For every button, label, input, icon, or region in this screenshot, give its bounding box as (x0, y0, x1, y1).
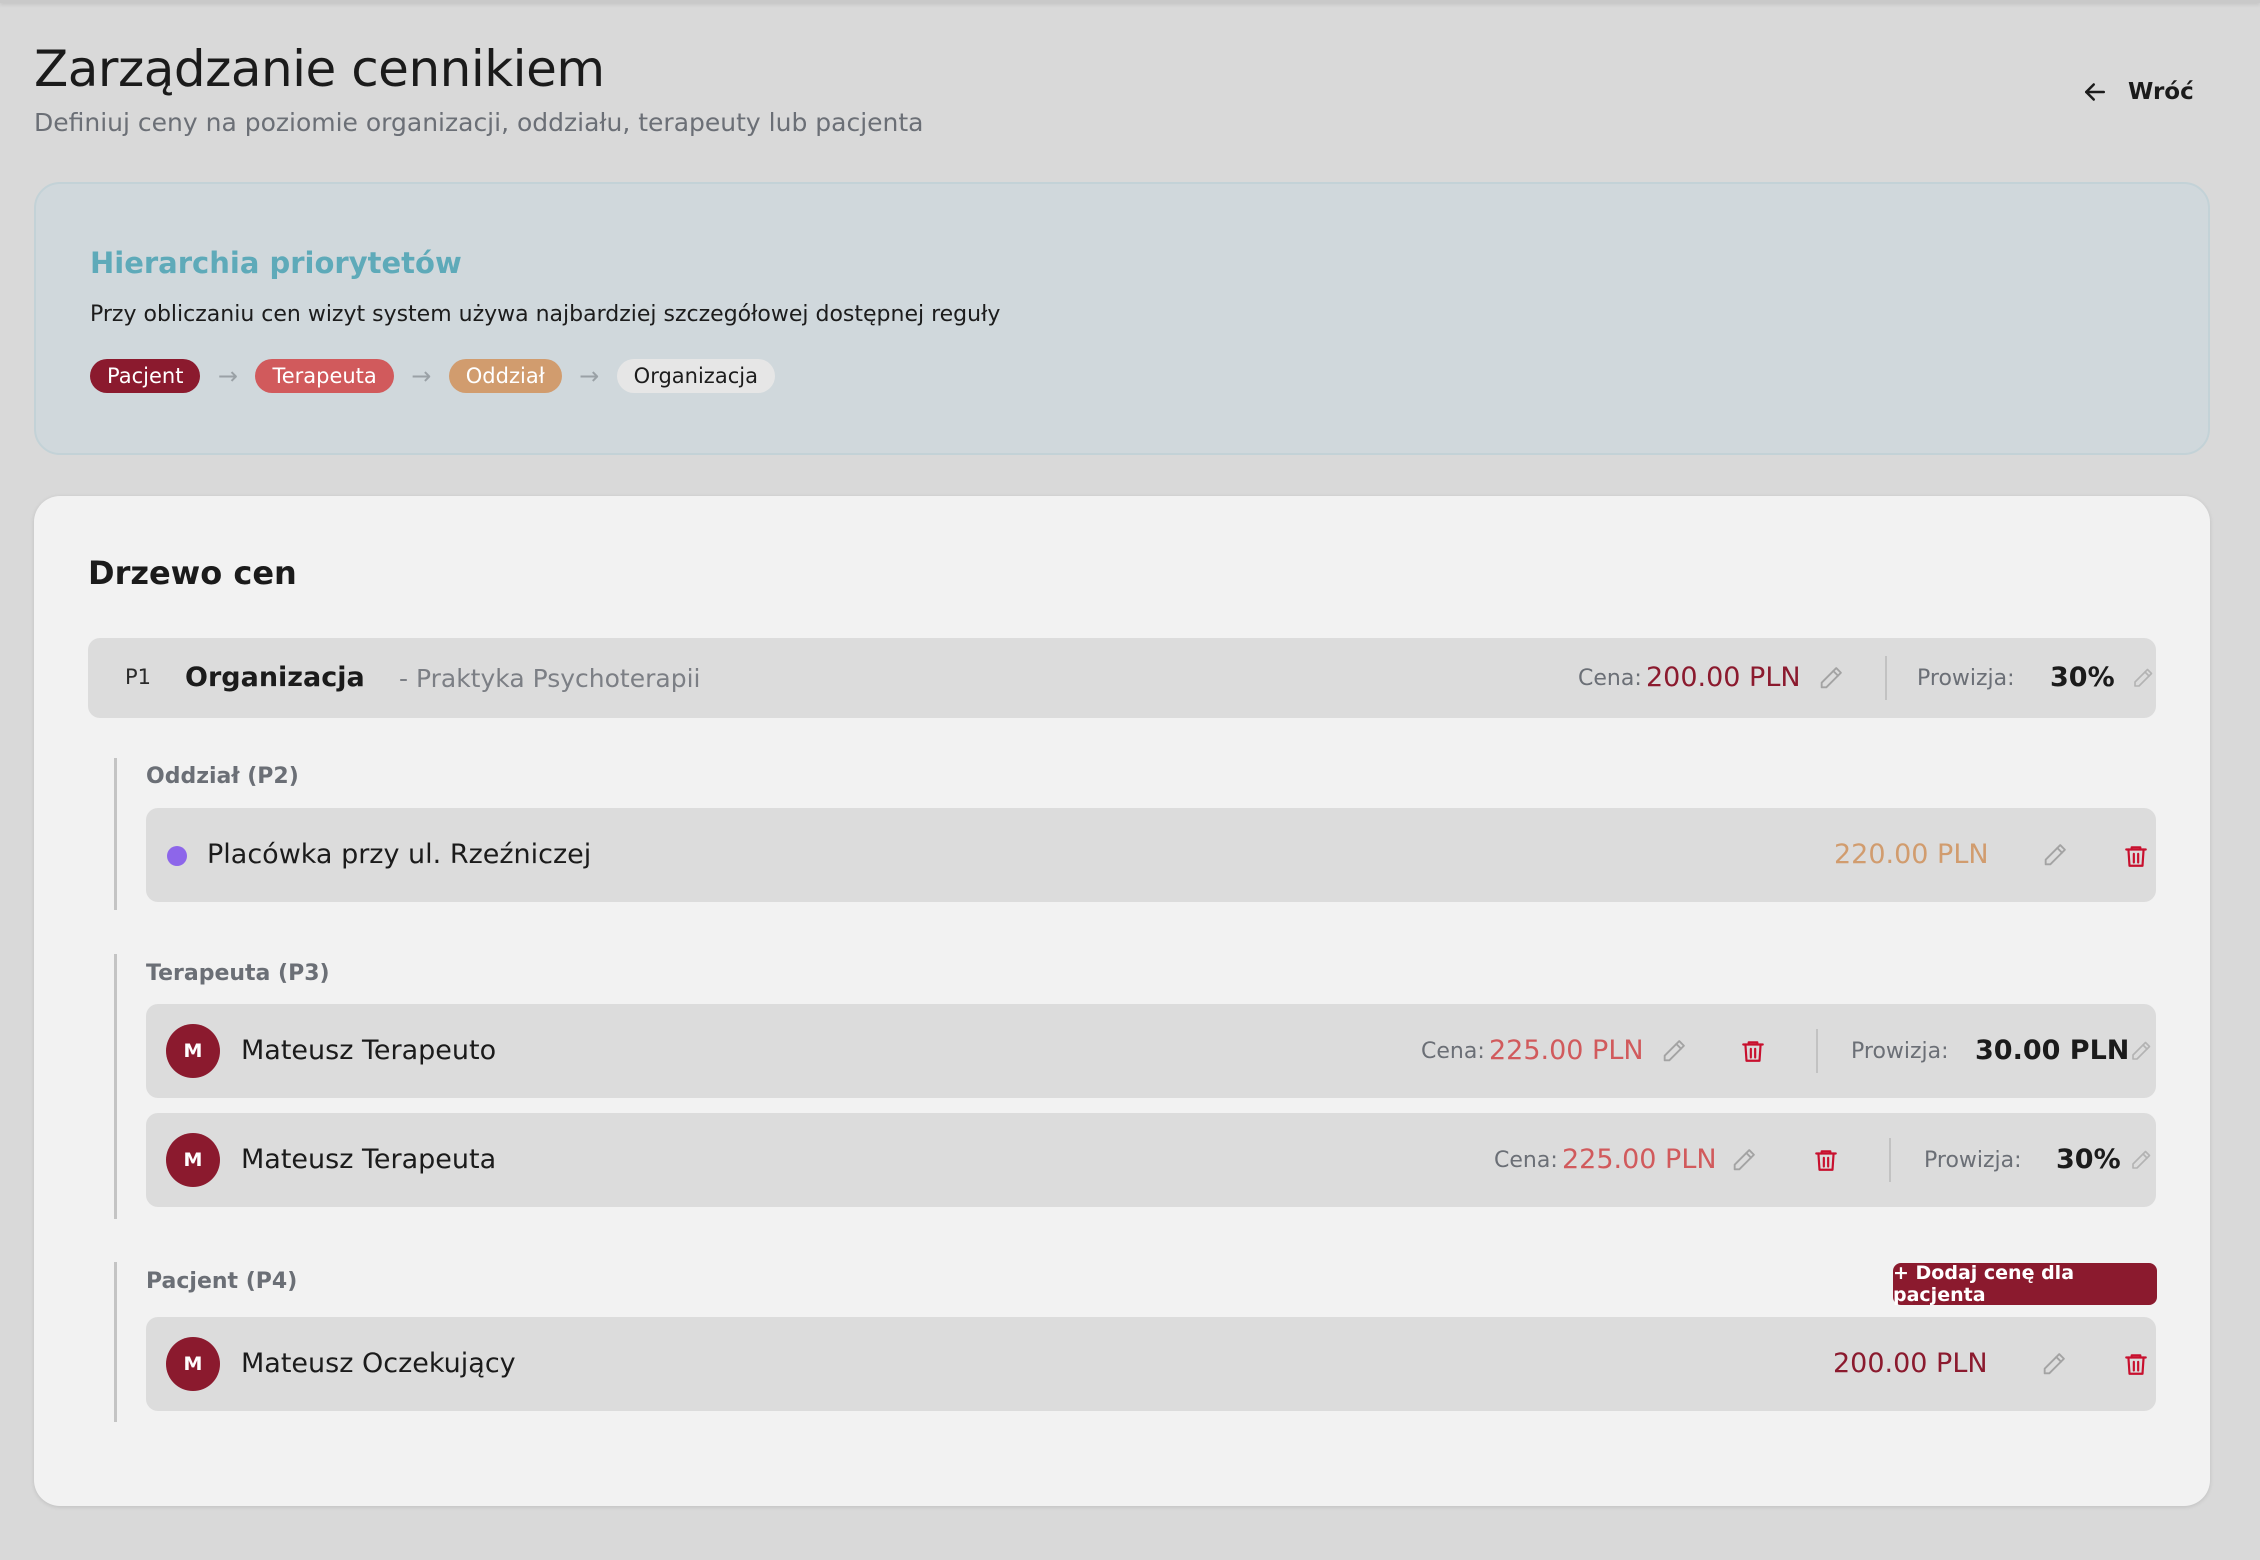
organization-price: 200.00 PLN (1646, 662, 1801, 693)
commission-label: Prowizja: (1917, 666, 2015, 691)
avatar: M (166, 1024, 220, 1078)
therapist-price: 225.00 PLN (1489, 1035, 1644, 1066)
chip-arrow: → (411, 362, 432, 390)
divider (1889, 1138, 1891, 1182)
therapist-group-line (114, 954, 117, 1219)
commission-label: Prowizja: (1851, 1039, 1949, 1064)
commission-label: Prowizja: (1924, 1148, 2022, 1173)
hierarchy-title: Hierarchia priorytetów (90, 246, 462, 280)
patient-price: 200.00 PLN (1833, 1348, 1988, 1379)
page-title: Zarządzanie cennikiem (34, 40, 605, 98)
branch-name: Placówka przy ul. Rzeźniczej (207, 839, 592, 870)
chip-therapist: Terapeuta (255, 359, 394, 393)
trash-icon[interactable] (2123, 842, 2149, 870)
add-patient-price-button[interactable]: + Dodaj cenę dla pacjenta (1893, 1262, 2157, 1306)
organization-row: P1 Organizacja - Praktyka Psychoterapii … (88, 638, 2156, 718)
trash-icon[interactable] (1813, 1146, 1839, 1174)
patient-name: Mateusz Oczekujący (241, 1348, 516, 1379)
pencil-icon[interactable] (2129, 1039, 2153, 1063)
therapist-row: M Mateusz Terapeuto Cena: 225.00 PLN Pro… (146, 1004, 2156, 1098)
pencil-icon[interactable] (1660, 1037, 1688, 1065)
branch-price: 220.00 PLN (1834, 839, 1989, 870)
hierarchy-description: Przy obliczaniu cen wizyt system używa n… (90, 302, 1001, 327)
divider (1885, 656, 1887, 700)
avatar: M (166, 1133, 220, 1187)
price-tree-card: Drzewo cen P1 Organizacja - Praktyka Psy… (34, 496, 2210, 1506)
tree-title: Drzewo cen (88, 554, 297, 592)
organization-name: Organizacja (185, 662, 365, 693)
back-button[interactable]: Wróć (2080, 70, 2194, 114)
organization-commission: 30% (2050, 662, 2115, 693)
top-shadow-line (0, 0, 2260, 3)
patient-group-line (114, 1262, 117, 1422)
priority-badge: P1 (125, 665, 152, 689)
therapist-price: 225.00 PLN (1562, 1144, 1717, 1175)
back-button-label: Wróć (2128, 79, 2194, 105)
therapist-commission: 30.00 PLN (1975, 1035, 2130, 1066)
chip-branch: Oddział (448, 359, 562, 393)
therapist-name: Mateusz Terapeuto (241, 1035, 497, 1066)
therapist-name: Mateusz Terapeuta (241, 1144, 497, 1175)
chip-patient: Pacjent (90, 359, 201, 393)
divider (1816, 1029, 1818, 1073)
therapist-commission: 30% (2056, 1144, 2121, 1175)
organization-subtitle: - Praktyka Psychoterapii (399, 664, 701, 693)
pencil-icon[interactable] (2041, 841, 2069, 869)
therapist-group-title: Terapeuta (P3) (146, 961, 330, 986)
chip-arrow: → (579, 362, 600, 390)
pencil-icon[interactable] (2040, 1350, 2068, 1378)
branch-row: Placówka przy ul. Rzeźniczej 220.00 PLN (146, 808, 2156, 902)
trash-icon[interactable] (1740, 1037, 1766, 1065)
patient-row: M Mateusz Oczekujący 200.00 PLN (146, 1317, 2156, 1411)
therapist-row: M Mateusz Terapeuta Cena: 225.00 PLN Pro… (146, 1113, 2156, 1207)
price-label: Cena: (1421, 1039, 1485, 1064)
pencil-icon[interactable] (1817, 664, 1845, 692)
arrow-left-icon (2085, 83, 2105, 101)
branch-group-line (114, 758, 117, 910)
branch-dot (167, 846, 187, 866)
chip-arrow: → (217, 362, 238, 390)
priority-hierarchy-card: Hierarchia priorytetów Przy obliczaniu c… (34, 182, 2210, 455)
pencil-icon[interactable] (2129, 1148, 2153, 1172)
branch-group-title: Oddział (P2) (146, 764, 299, 789)
price-label: Cena: (1578, 666, 1642, 691)
hierarchy-chips: Pacjent → Terapeuta → Oddział → Organiza… (90, 359, 775, 393)
chip-organization: Organizacja (616, 359, 775, 393)
pencil-icon[interactable] (1730, 1146, 1758, 1174)
page-subtitle: Definiuj ceny na poziomie organizacji, o… (34, 108, 924, 137)
avatar: M (166, 1337, 220, 1391)
pencil-icon[interactable] (2131, 666, 2155, 690)
patient-group-title: Pacjent (P4) (146, 1269, 298, 1294)
price-label: Cena: (1494, 1148, 1558, 1173)
trash-icon[interactable] (2123, 1350, 2149, 1378)
